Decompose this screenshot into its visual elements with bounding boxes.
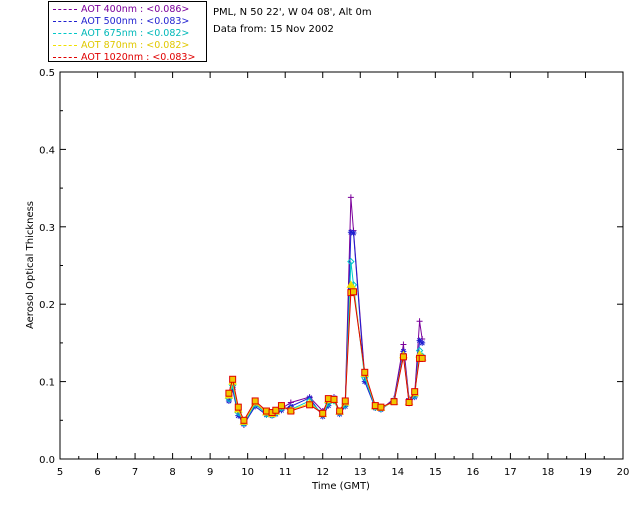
axis-ticks: 5 6 7 8 9 10 11 12 13 14 15 16 17 18 19 20 0.0 0.1 0.2 0.3 0… <box>39 68 629 478</box>
data-point-400nm <box>347 194 354 201</box>
data-point-1020nm <box>341 397 349 405</box>
data-point-1020nm <box>361 368 369 376</box>
data-point-1020nm <box>330 395 338 403</box>
data-point-1020nm <box>418 354 426 362</box>
series-line-400nm <box>228 197 423 427</box>
data-point-1020nm <box>390 398 398 406</box>
y-axis-label: Aerosol Optical Thickness <box>25 201 36 329</box>
x-tick-label: 16 <box>466 467 479 478</box>
y-tick-label: 0.3 <box>39 223 55 234</box>
data-point-1020nm <box>306 401 314 409</box>
y-tick-label: 0.5 <box>39 68 55 79</box>
y-tick-label: 0.2 <box>39 300 55 311</box>
plot-frame <box>59 71 624 460</box>
y-tick-label: 0.1 <box>39 378 55 389</box>
x-tick-label: 6 <box>94 467 100 478</box>
data-point-500nm <box>350 229 357 236</box>
x-tick-label: 20 <box>617 467 630 478</box>
x-tick-label: 12 <box>316 467 329 478</box>
x-tick-label: 18 <box>542 467 555 478</box>
x-tick-label: 10 <box>241 467 254 478</box>
data-point-1020nm <box>319 409 327 417</box>
data-point-1020nm <box>336 407 344 415</box>
data-point-1020nm <box>377 403 385 411</box>
x-tick-label: 17 <box>504 467 517 478</box>
data-point-400nm <box>416 318 423 325</box>
data-point-1020nm <box>225 389 233 397</box>
x-tick-label: 13 <box>354 467 367 478</box>
aot-chart: 5 6 7 8 9 10 11 12 13 14 15 16 17 18 19 20 0.0 0.1 0.2 0.3 0… <box>25 68 629 492</box>
y-tick-label: 0.4 <box>39 145 55 156</box>
data-point-1020nm <box>371 402 379 410</box>
data-point-1020nm <box>272 406 280 414</box>
x-tick-label: 11 <box>279 467 292 478</box>
y-tick-label: 0.0 <box>39 455 55 466</box>
data-point-1020nm <box>405 398 413 406</box>
data-point-1020nm <box>411 388 419 396</box>
data-point-1020nm <box>234 403 242 411</box>
x-tick-label: 7 <box>132 467 138 478</box>
data-point-1020nm <box>277 402 285 410</box>
data-point-1020nm <box>399 353 407 361</box>
data-point-1020nm <box>324 395 332 403</box>
data-point-1020nm <box>350 288 358 296</box>
x-tick-label: 14 <box>391 467 404 478</box>
data-point-1020nm <box>251 397 259 405</box>
data-point-1020nm <box>240 416 248 424</box>
series-layer <box>224 194 427 428</box>
data-point-1020nm <box>229 375 237 383</box>
data-point-1020nm <box>262 407 270 415</box>
x-tick-label: 8 <box>169 467 175 478</box>
x-tick-label: 9 <box>207 467 213 478</box>
x-tick-label: 19 <box>579 467 592 478</box>
x-tick-label: 5 <box>57 467 63 478</box>
x-axis-label: Time (GMT) <box>311 481 370 492</box>
data-point-400nm <box>400 341 407 348</box>
x-tick-label: 15 <box>429 467 442 478</box>
data-point-500nm <box>419 339 426 346</box>
data-point-1020nm <box>287 407 295 415</box>
